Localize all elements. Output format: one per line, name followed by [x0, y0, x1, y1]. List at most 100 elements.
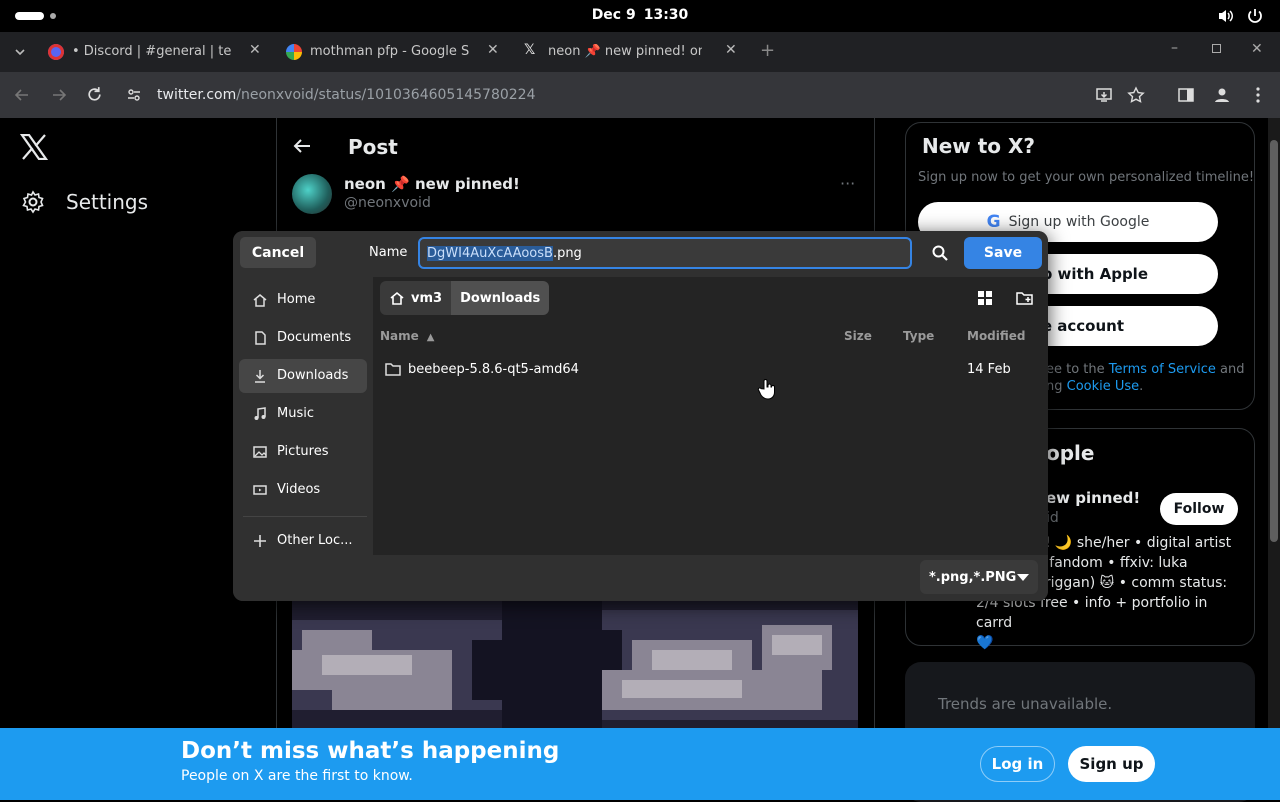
path-crumb-label: Downloads — [460, 290, 541, 306]
side-panel-icon[interactable] — [1177, 86, 1195, 104]
grid-view-icon[interactable] — [978, 291, 992, 305]
place-videos[interactable]: Videos — [239, 473, 367, 507]
bio-line: 💙 — [976, 635, 994, 651]
filename-input[interactable]: DgWI4AuXcAAoosB .png — [418, 237, 912, 269]
column-name-label: Name — [380, 329, 419, 343]
site-info-icon[interactable] — [126, 87, 142, 103]
forward-icon[interactable] — [51, 87, 67, 103]
url-path: /neonxvoid/status/1010364605145780224 — [236, 87, 536, 103]
signup-button[interactable]: Sign up — [1068, 746, 1155, 782]
document-icon — [255, 331, 266, 345]
tab-title: mothman pfp - Google Sear — [310, 44, 470, 59]
reload-icon[interactable] — [86, 86, 103, 103]
close-window-icon[interactable]: ✕ — [1251, 41, 1263, 57]
google-g-icon: G — [986, 212, 1001, 232]
tab-title: • Discord | #general | test — [72, 44, 232, 59]
banner-subtitle: People on X are the first to know. — [181, 768, 413, 784]
filename-selected-text: DgWI4AuXcAAoosB — [427, 245, 553, 261]
new-to-x-subtitle: Sign up now to get your own personalized… — [918, 170, 1255, 185]
back-icon[interactable] — [14, 87, 30, 103]
place-label: Home — [277, 292, 316, 307]
url-host: twitter.com — [157, 87, 237, 103]
follow-button[interactable]: Follow — [1160, 493, 1238, 525]
post-more-icon[interactable]: ··· — [840, 174, 855, 193]
cookie-use-link[interactable]: Cookie Use — [1067, 379, 1140, 394]
x-logo-icon[interactable] — [20, 134, 48, 160]
terms-end: . — [1139, 379, 1144, 394]
home-icon — [390, 291, 404, 305]
column-header-modified[interactable]: Modified — [967, 329, 1026, 343]
places-separator — [243, 516, 367, 517]
scrollbar-thumb[interactable] — [1270, 140, 1278, 542]
close-tab-icon[interactable]: ✕ — [725, 42, 737, 58]
column-header-name[interactable]: Name ▲ — [380, 329, 435, 343]
tab-discord[interactable]: • Discord | #general | test ✕ — [48, 32, 268, 72]
filename-label: Name — [369, 245, 408, 260]
clock-time: 13:30 — [643, 7, 689, 23]
file-row[interactable]: beebeep-5.8.6-qt5-amd64 14 Feb — [373, 355, 1048, 385]
place-label: Other Loc... — [277, 533, 353, 548]
close-tab-icon[interactable]: ✕ — [487, 42, 499, 58]
create-account-label: te account — [1034, 317, 1124, 335]
address-bar[interactable]: twitter.com/neonxvoid/status/10103646051… — [157, 87, 536, 103]
dropdown-arrow-icon — [1017, 574, 1029, 581]
search-icon[interactable] — [931, 244, 949, 262]
install-app-icon[interactable] — [1095, 86, 1113, 104]
new-to-x-title: New to X? — [922, 134, 1036, 158]
terms-of-service-link[interactable]: Terms of Service — [1109, 362, 1216, 377]
login-button[interactable]: Log in — [980, 746, 1055, 782]
place-documents[interactable]: Documents — [239, 321, 367, 355]
tab-google[interactable]: mothman pfp - Google Sear ✕ — [286, 32, 506, 72]
folder-icon — [385, 363, 401, 376]
browser-menu-icon[interactable] — [1250, 86, 1266, 104]
column-header-type[interactable]: Type — [903, 329, 934, 343]
system-clock[interactable]: Dec 9 13:30 — [0, 7, 1280, 23]
maximize-window-icon[interactable] — [1212, 44, 1221, 53]
dialog-footer: *.png,*.PNG — [233, 555, 1048, 601]
picture-icon — [253, 446, 267, 458]
new-folder-icon[interactable] — [1016, 290, 1034, 306]
place-label: Pictures — [277, 444, 329, 459]
apple-signup-label: up with Apple — [1030, 265, 1148, 283]
tab-list-chevron-icon[interactable] — [14, 46, 26, 58]
path-crumb-downloads[interactable]: Downloads — [451, 281, 550, 315]
terms-pre2: ng — [1046, 379, 1067, 394]
volume-icon[interactable] — [1217, 7, 1235, 25]
minimize-window-icon[interactable]: – — [1171, 40, 1178, 56]
browser-toolbar: twitter.com/neonxvoid/status/10103646051… — [0, 72, 1280, 118]
author-name[interactable]: neon 📌 new pinned! — [344, 175, 520, 193]
place-other-locations[interactable]: Other Loc... — [239, 524, 367, 558]
new-tab-icon[interactable]: + — [760, 40, 775, 61]
place-label: Music — [277, 406, 314, 421]
place-pictures[interactable]: Pictures — [239, 435, 367, 469]
path-bar: vm3 Downloads — [380, 281, 550, 315]
places-sidebar: Home Documents Downloads Music Pictures … — [233, 277, 373, 555]
place-home[interactable]: Home — [239, 283, 367, 317]
file-list-pane: vm3 Downloads Name ▲ Size Type Modified b… — [373, 277, 1048, 555]
place-downloads[interactable]: Downloads — [239, 359, 367, 393]
close-tab-icon[interactable]: ✕ — [249, 42, 261, 58]
pixel-art-image — [292, 600, 858, 728]
back-arrow-icon[interactable] — [292, 136, 312, 156]
save-button[interactable]: Save — [964, 237, 1042, 269]
column-header-size[interactable]: Size — [844, 329, 872, 343]
power-icon[interactable] — [1246, 7, 1264, 25]
author-handle[interactable]: @neonxvoid — [344, 195, 431, 211]
author-avatar[interactable] — [292, 174, 332, 214]
bookmark-star-icon[interactable] — [1127, 86, 1145, 104]
settings-nav-link[interactable]: Settings — [66, 190, 148, 214]
suggested-user-name[interactable]: ew pinned! — [1046, 489, 1140, 507]
file-type-filter-dropdown[interactable]: *.png,*.PNG — [920, 560, 1038, 594]
google-icon — [286, 44, 302, 60]
tab-x[interactable]: 𝕏 neon 📌 new pinned! on X: ✕ — [524, 32, 744, 72]
post-image[interactable] — [292, 600, 858, 728]
tab-title: neon 📌 new pinned! on X: — [548, 44, 702, 59]
terms-text: ee to the Terms of Service and ng Cookie… — [1046, 361, 1246, 395]
banner-title: Don’t miss what’s happening — [181, 738, 560, 764]
save-file-dialog: Cancel Name DgWI4AuXcAAoosB .png Save Hom… — [233, 231, 1048, 601]
place-music[interactable]: Music — [239, 397, 367, 431]
cancel-button[interactable]: Cancel — [240, 237, 316, 268]
path-crumb-home[interactable]: vm3 — [380, 281, 452, 315]
profile-icon[interactable] — [1213, 86, 1231, 104]
settings-gear-icon[interactable] — [21, 190, 45, 214]
